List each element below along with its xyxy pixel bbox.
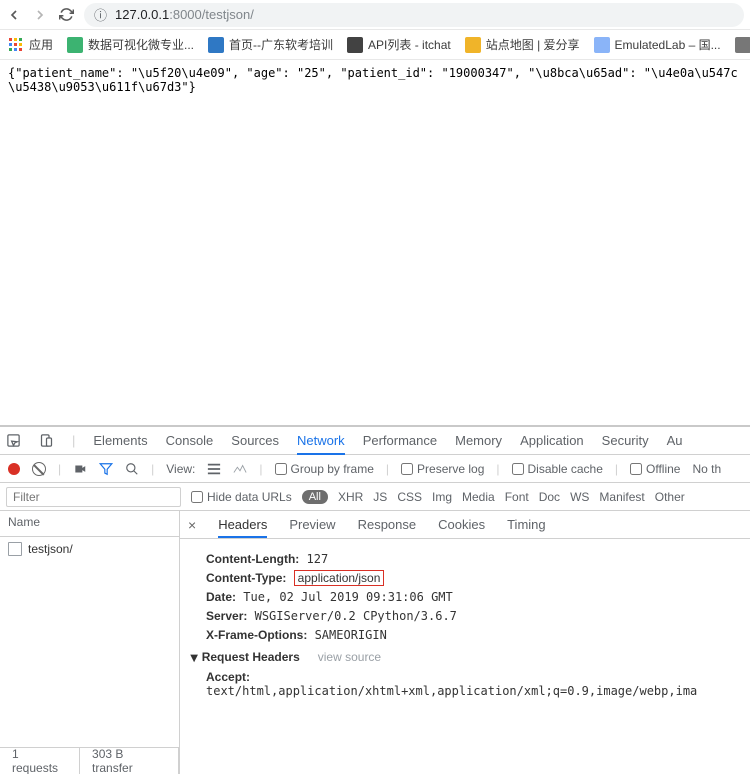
filter-ws[interactable]: WS <box>570 490 589 504</box>
network-toolbar: | | View: | Group by frame | Preserve lo… <box>0 455 750 483</box>
tab-performance[interactable]: Performance <box>363 428 437 453</box>
response-header: Date: Tue, 02 Jul 2019 09:31:06 GMT <box>206 590 740 604</box>
favicon <box>594 37 610 53</box>
response-header: X-Frame-Options: SAMEORIGIN <box>206 628 740 642</box>
response-header: Content-Length: 127 <box>206 552 740 566</box>
throttling-label[interactable]: No th <box>692 462 721 476</box>
detail-tab-cookies[interactable]: Cookies <box>438 513 485 536</box>
bookmark-item[interactable]: 首页--广东软考培训 <box>208 36 333 53</box>
tab-application[interactable]: Application <box>520 428 584 453</box>
headers-body: Content-Length: 127 Content-Type: applica… <box>180 539 750 774</box>
detail-tab-headers[interactable]: Headers <box>218 513 267 538</box>
apps-label: 应用 <box>29 36 53 53</box>
transfer-size: 303 B transfer <box>80 748 179 774</box>
favicon <box>735 37 750 53</box>
forward-icon[interactable] <box>32 7 48 23</box>
devtools-panel: | ElementsConsoleSourcesNetworkPerforman… <box>0 425 750 774</box>
bookmark-item[interactable]: 站点地图 | 爱分享 <box>465 36 580 53</box>
inspect-icon[interactable] <box>6 433 21 448</box>
url-path: /testjson/ <box>202 7 254 22</box>
filter-manifest[interactable]: Manifest <box>599 490 644 504</box>
group-by-frame-checkbox[interactable]: Group by frame <box>275 462 374 476</box>
filter-css[interactable]: CSS <box>397 490 422 504</box>
apps-button[interactable]: 应用 <box>8 36 53 53</box>
clear-icon[interactable] <box>32 462 46 476</box>
device-icon[interactable] <box>39 433 54 448</box>
detail-pane: × Headers Preview Response Cookies Timing Co… <box>180 511 750 774</box>
reload-icon[interactable] <box>58 7 74 23</box>
tab-memory[interactable]: Memory <box>455 428 502 453</box>
bookmark-item[interactable]: SPOT <box>735 37 750 53</box>
filter-img[interactable]: Img <box>432 490 452 504</box>
preserve-log-checkbox[interactable]: Preserve log <box>401 462 484 476</box>
page-content: {"patient_name": "\u5f20\u4e09", "age": … <box>0 60 750 425</box>
bookmark-item[interactable]: EmulatedLab – 国... <box>594 36 721 53</box>
tab-network[interactable]: Network <box>297 428 345 455</box>
search-icon[interactable] <box>125 462 139 476</box>
favicon <box>67 37 83 53</box>
url-host: 127.0.0.1 <box>115 7 169 22</box>
bookmarks-bar: 应用 数据可视化微专业... 首页--广东软考培训 API列表 - itchat… <box>0 30 750 60</box>
tab-au[interactable]: Au <box>667 428 683 453</box>
bookmark-item[interactable]: 数据可视化微专业... <box>67 36 194 53</box>
response-header: Content-Type: application/json <box>206 571 740 585</box>
devtools-tabs: | ElementsConsoleSourcesNetworkPerforman… <box>0 427 750 455</box>
browser-toolbar: ⓘ 127.0.0.1:8000/testjson/ <box>0 0 750 30</box>
tab-elements[interactable]: Elements <box>93 428 147 453</box>
url-port: :8000 <box>169 7 202 22</box>
status-bar: 1 requests 303 B transfer <box>0 747 179 774</box>
filter-font[interactable]: Font <box>505 490 529 504</box>
favicon <box>465 37 481 53</box>
filter-all[interactable]: All <box>302 490 328 504</box>
filter-xhr[interactable]: XHR <box>338 490 363 504</box>
close-icon[interactable]: × <box>188 517 196 533</box>
detail-tab-preview[interactable]: Preview <box>289 513 335 536</box>
offline-checkbox[interactable]: Offline <box>630 462 680 476</box>
favicon <box>347 37 363 53</box>
filter-other[interactable]: Other <box>655 490 685 504</box>
filter-icon[interactable] <box>99 462 113 476</box>
tab-console[interactable]: Console <box>166 428 214 453</box>
record-icon[interactable] <box>8 463 20 475</box>
bookmark-item[interactable]: API列表 - itchat <box>347 36 451 53</box>
request-headers-section[interactable]: ▶Request Headersview source <box>190 650 740 664</box>
detail-tab-timing[interactable]: Timing <box>507 513 546 536</box>
tab-security[interactable]: Security <box>602 428 649 453</box>
request-header: Accept: text/html,application/xhtml+xml,… <box>206 670 740 698</box>
name-header[interactable]: Name <box>0 511 179 537</box>
largereq-icon[interactable] <box>207 462 221 476</box>
filter-media[interactable]: Media <box>462 490 495 504</box>
filter-input[interactable] <box>6 487 181 507</box>
favicon <box>208 37 224 53</box>
filter-bar: Hide data URLs All XHR JS CSS Img Media Font D… <box>0 483 750 511</box>
detail-tab-response[interactable]: Response <box>358 513 417 536</box>
address-bar[interactable]: ⓘ 127.0.0.1:8000/testjson/ <box>84 3 744 27</box>
back-icon[interactable] <box>6 7 22 23</box>
info-icon: ⓘ <box>94 5 107 24</box>
request-list: Name testjson/ 1 requests 303 B transfer <box>0 511 180 774</box>
request-row[interactable]: testjson/ <box>0 537 179 561</box>
tab-sources[interactable]: Sources <box>231 428 279 453</box>
overview-icon[interactable] <box>233 462 247 476</box>
hide-data-urls-checkbox[interactable]: Hide data URLs <box>191 490 292 504</box>
disable-cache-checkbox[interactable]: Disable cache <box>512 462 603 476</box>
detail-tabs: × Headers Preview Response Cookies Timing <box>180 511 750 539</box>
filter-js[interactable]: JS <box>373 490 387 504</box>
view-label: View: <box>166 462 195 476</box>
request-name: testjson/ <box>28 542 73 556</box>
file-icon <box>8 542 22 556</box>
requests-count: 1 requests <box>0 748 80 774</box>
view-source-link[interactable]: view source <box>318 650 381 664</box>
camera-icon[interactable] <box>73 462 87 476</box>
filter-doc[interactable]: Doc <box>539 490 560 504</box>
network-body: Name testjson/ 1 requests 303 B transfer… <box>0 511 750 774</box>
response-header: Server: WSGIServer/0.2 CPython/3.6.7 <box>206 609 740 623</box>
